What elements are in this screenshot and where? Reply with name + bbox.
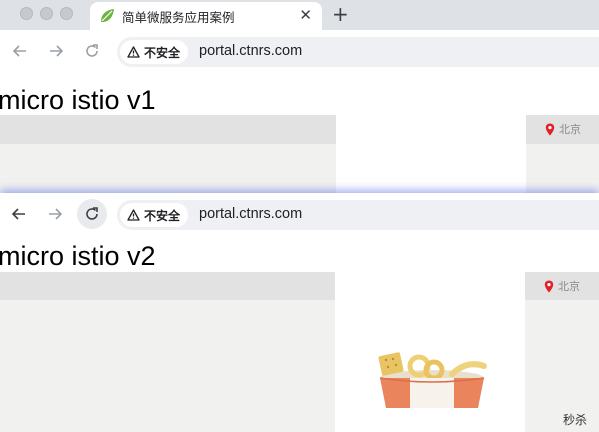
- arrow-right-icon: [50, 45, 64, 57]
- close-window-button[interactable]: [20, 7, 33, 20]
- seckill-link[interactable]: 秒杀: [563, 411, 587, 428]
- close-tab-icon[interactable]: ✕: [299, 6, 312, 24]
- security-chip[interactable]: 不安全: [120, 203, 188, 227]
- location-selector[interactable]: 北京: [545, 121, 581, 137]
- reload-button[interactable]: [77, 199, 107, 229]
- location-label: 北京: [559, 123, 581, 136]
- security-chip[interactable]: 不安全: [120, 40, 188, 64]
- forward-button[interactable]: [42, 201, 68, 227]
- browser-tab[interactable]: 简单微服务应用案例 ✕: [90, 2, 322, 30]
- location-selector[interactable]: 北京: [544, 278, 580, 294]
- browser-toolbar: 不安全 portal.ctnrs.com: [0, 30, 599, 71]
- forward-button[interactable]: [43, 38, 69, 64]
- arrow-left-icon: [11, 208, 25, 220]
- location-pin-icon: [544, 280, 554, 292]
- reload-icon: [86, 207, 98, 220]
- product-panel: [336, 115, 526, 193]
- browser-window-1: 简单微服务应用案例 ✕ + 不安全 portal.ctnrs.com micro…: [0, 0, 599, 193]
- page-title: micro istio v1: [0, 85, 156, 115]
- warning-icon: [127, 46, 140, 58]
- url-text[interactable]: portal.ctnrs.com: [199, 206, 302, 222]
- back-button[interactable]: [6, 201, 32, 227]
- browser-toolbar: 不安全 portal.ctnrs.com: [0, 193, 599, 234]
- tab-strip: 简单微服务应用案例 ✕ +: [0, 0, 599, 30]
- product-panel: [335, 272, 525, 432]
- maximize-window-button[interactable]: [60, 7, 73, 20]
- arrow-right-icon: [49, 208, 63, 220]
- address-bar[interactable]: 不安全 portal.ctnrs.com: [117, 200, 599, 230]
- security-label: 不安全: [144, 45, 181, 60]
- browser-window-2: 不安全 portal.ctnrs.com micro istio v2 北京 秒…: [0, 193, 599, 432]
- location-label: 北京: [558, 280, 580, 293]
- minimize-window-button[interactable]: [40, 7, 53, 20]
- page-title: micro istio v2: [0, 241, 156, 271]
- security-label: 不安全: [144, 208, 181, 223]
- address-bar[interactable]: 不安全 portal.ctnrs.com: [117, 37, 599, 67]
- leaf-icon: [101, 9, 114, 22]
- back-button[interactable]: [7, 38, 33, 64]
- tab-title: 简单微服务应用案例: [122, 10, 235, 25]
- reload-button[interactable]: [79, 38, 105, 64]
- warning-icon: [127, 209, 140, 221]
- reload-icon: [86, 44, 98, 57]
- url-text[interactable]: portal.ctnrs.com: [199, 43, 302, 59]
- snack-bowl-image: [378, 352, 487, 408]
- location-pin-icon: [545, 123, 555, 135]
- arrow-left-icon: [12, 45, 26, 57]
- new-tab-button[interactable]: +: [332, 3, 349, 25]
